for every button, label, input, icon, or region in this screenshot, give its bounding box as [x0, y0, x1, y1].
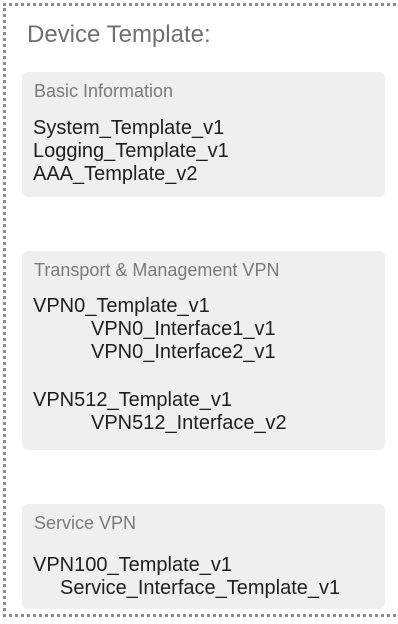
- template-item-system: System_Template_v1: [33, 117, 225, 139]
- template-item-vpn512: VPN512_Template_v1: [33, 389, 233, 411]
- service-vpn-title: Service VPN: [34, 513, 137, 533]
- template-item-logging: Logging_Template_v1: [33, 140, 229, 162]
- template-item-vpn100: VPN100_Template_v1: [33, 554, 233, 576]
- device-template-title: Device Template:: [27, 21, 211, 48]
- template-item-vpn512-interface: VPN512_Interface_v2: [91, 412, 287, 434]
- transport-management-vpn-panel: Transport & Management VPN VPN0_Template…: [22, 251, 385, 450]
- basic-information-title: Basic Information: [34, 81, 174, 101]
- basic-information-panel: Basic Information System_Template_v1 Log…: [22, 72, 385, 197]
- template-item-vpn0: VPN0_Template_v1: [33, 295, 210, 317]
- transport-management-vpn-title: Transport & Management VPN: [34, 260, 280, 280]
- template-item-aaa: AAA_Template_v2: [33, 163, 198, 185]
- template-item-vpn0-interface1: VPN0_Interface1_v1: [91, 318, 276, 340]
- service-vpn-panel: Service VPN VPN100_Template_v1 Service_I…: [22, 504, 385, 609]
- template-item-service-interface: Service_Interface_Template_v1: [60, 577, 341, 599]
- template-item-vpn0-interface2: VPN0_Interface2_v1: [91, 341, 276, 363]
